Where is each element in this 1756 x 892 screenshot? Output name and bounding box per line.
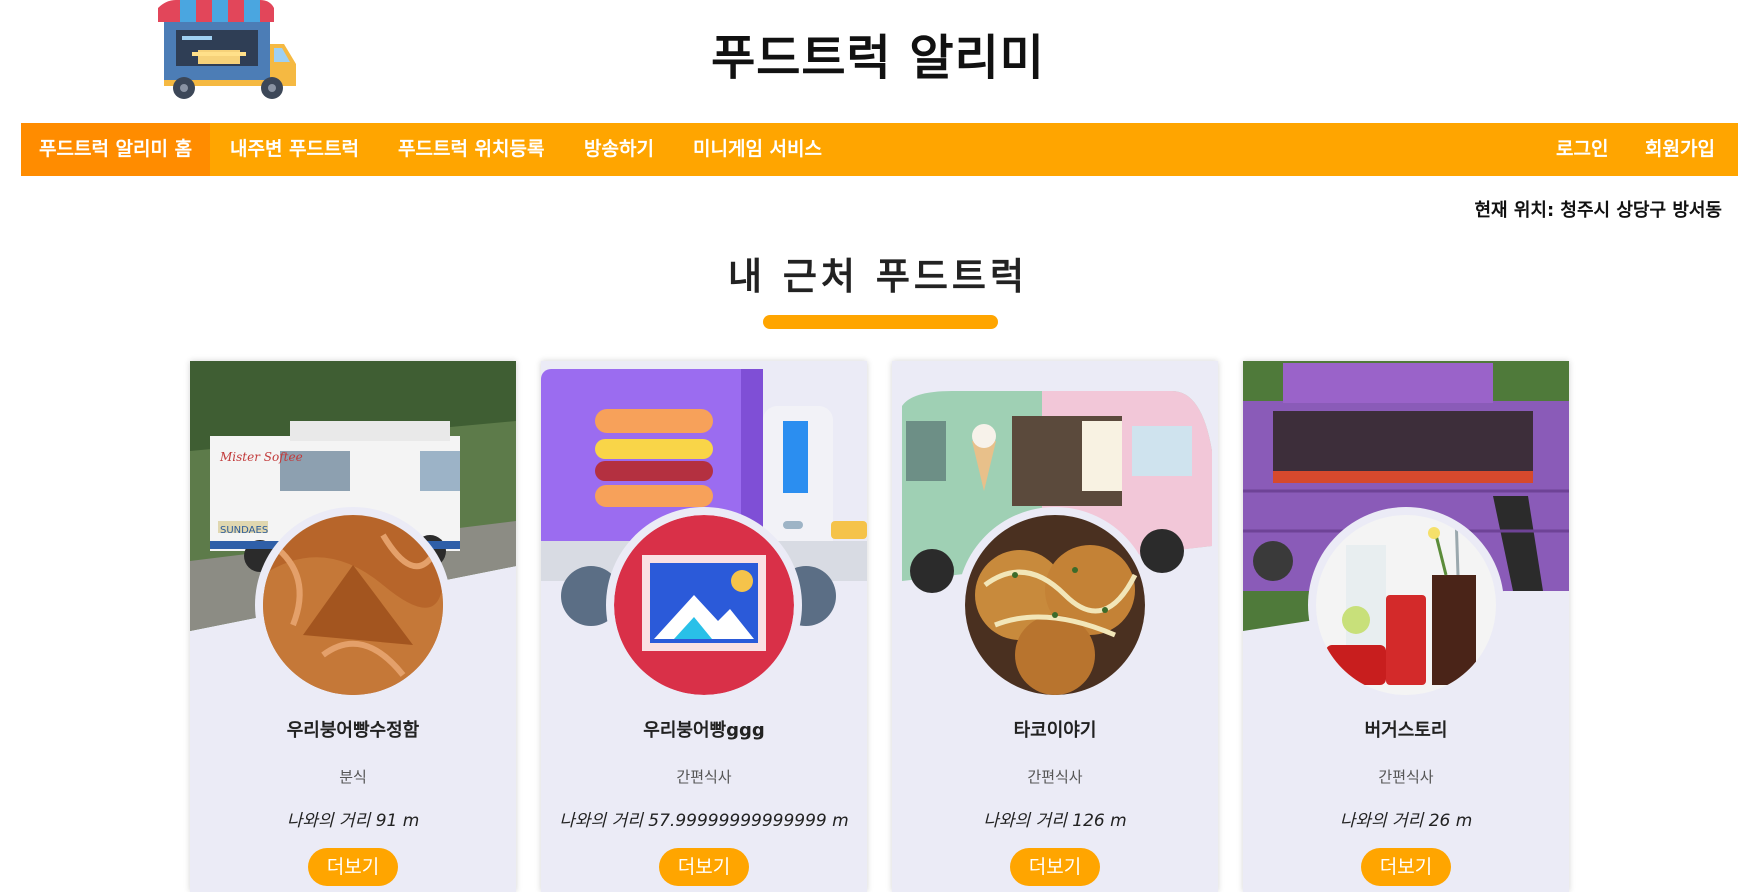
truck-card: 타코이야기 간편식사 나와의 거리 126 m 더보기 xyxy=(892,361,1218,892)
takoyaki-photo xyxy=(965,515,1145,695)
section-underline xyxy=(763,315,998,329)
nav-item-nearby[interactable]: 내주변 푸드트럭 xyxy=(230,123,359,176)
truck-name: 우리붕어빵수정함 xyxy=(286,720,420,741)
more-button[interactable]: 더보기 xyxy=(1010,848,1100,886)
truck-distance: 나와의 거리 126 m xyxy=(983,811,1127,831)
truck-avatar xyxy=(957,507,1153,703)
truck-avatar xyxy=(1308,507,1504,703)
svg-text:SUNDAES: SUNDAES xyxy=(220,525,268,536)
truck-category: 간편식사 xyxy=(1378,768,1434,786)
nav-item-home[interactable]: 푸드트럭 알리미 홈 xyxy=(21,123,211,176)
image-placeholder-icon xyxy=(614,515,794,695)
cola-drink-photo xyxy=(1316,515,1496,695)
truck-distance: 나와의 거리 57.99999999999999 m xyxy=(559,811,849,831)
signup-link[interactable]: 회원가입 xyxy=(1645,123,1715,176)
truck-card: Mister Softee SUNDAES 우리붕어빵수정함 분식 나와의 거리… xyxy=(190,361,516,892)
nav-item-register-location[interactable]: 푸드트럭 위치등록 xyxy=(398,123,544,176)
more-button[interactable]: 더보기 xyxy=(308,848,398,886)
more-button[interactable]: 더보기 xyxy=(659,848,749,886)
nav-item-broadcast[interactable]: 방송하기 xyxy=(584,123,654,176)
truck-distance: 나와의 거리 91 m xyxy=(286,811,420,831)
main-navbar: 푸드트럭 알리미 홈 내주변 푸드트럭 푸드트럭 위치등록 방송하기 미니게임 … xyxy=(21,123,1738,176)
truck-card: 우리붕어빵ggg 간편식사 나와의 거리 57.99999999999999 m… xyxy=(541,361,867,892)
truck-name: 우리붕어빵ggg xyxy=(643,720,765,741)
truck-card: 버거스토리 간편식사 나와의 거리 26 m 더보기 xyxy=(1243,361,1569,892)
truck-category: 분식 xyxy=(339,768,367,786)
nav-item-minigame[interactable]: 미니게임 서비스 xyxy=(693,123,822,176)
svg-text:Mister Softee: Mister Softee xyxy=(219,450,303,464)
truck-category: 간편식사 xyxy=(676,768,732,786)
truck-avatar xyxy=(606,507,802,703)
truck-distance: 나와의 거리 26 m xyxy=(1339,811,1473,831)
current-location: 현재 위치: 청주시 상당구 방서동 xyxy=(1474,200,1722,221)
truck-category: 간편식사 xyxy=(1027,768,1083,786)
truck-name: 타코이야기 xyxy=(1013,720,1097,741)
site-title: 푸드트럭 알리미 xyxy=(711,30,1045,86)
login-link[interactable]: 로그인 xyxy=(1556,123,1608,176)
more-button[interactable]: 더보기 xyxy=(1361,848,1451,886)
bungeoppang-photo xyxy=(263,515,443,695)
truck-avatar xyxy=(255,507,451,703)
truck-name: 버거스토리 xyxy=(1364,720,1448,741)
section-title: 내 근처 푸드트럭 xyxy=(727,255,1029,298)
